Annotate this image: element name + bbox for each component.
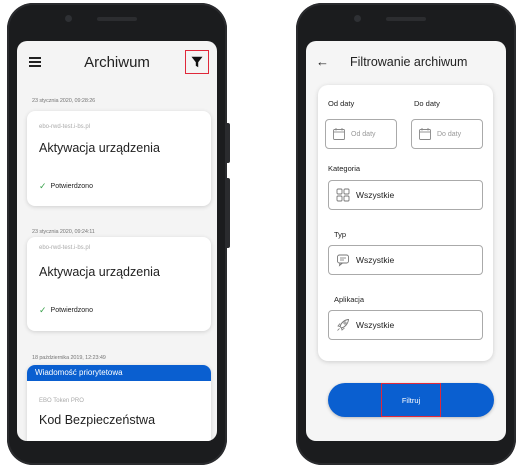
back-arrow-icon[interactable]: ← — [316, 54, 329, 69]
app-label: Aplikacja — [334, 295, 365, 304]
type-select[interactable]: Wszystkie — [328, 245, 483, 275]
archive-app-bar: Archiwum — [17, 41, 217, 83]
calendar-icon — [333, 128, 345, 140]
filter-funnel-icon — [191, 56, 203, 68]
message-icon — [337, 254, 349, 267]
item-source: ebo-rwd-test.i-bs.pl — [39, 245, 91, 251]
rocket-icon — [337, 318, 350, 331]
type-value: Wszystkie — [356, 255, 395, 265]
app-value: Wszystkie — [356, 320, 395, 330]
from-date-label: Od daty — [328, 99, 355, 108]
filter-button-highlight: Filtruj — [381, 383, 441, 417]
checkmark-icon: ✓ — [39, 181, 47, 191]
item-timestamp: 23 stycznia 2020, 09:28:26 — [32, 98, 96, 104]
front-camera — [65, 15, 72, 22]
item-title: Aktywacja urządzenia — [39, 141, 160, 155]
filter-submit-button[interactable]: Filtruj — [328, 383, 494, 417]
item-timestamp: 18 października 2019, 12:23:49 — [32, 355, 106, 361]
right-phone-frame: ← Filtrowanie archiwum Od daty Do daty O… — [296, 3, 516, 465]
archive-item-card[interactable]: ebo-rwd-test.i-bs.pl Aktywacja urządzeni… — [27, 237, 211, 331]
grid-icon — [336, 188, 350, 202]
volume-button — [227, 178, 230, 248]
item-source: ebo-rwd-test.i-bs.pl — [39, 124, 91, 130]
speaker-grille — [386, 17, 426, 21]
left-phone-frame: Archiwum 23 stycznia 2020, 09:28:26 ebo-… — [7, 3, 230, 465]
item-status-label: Potwierdzono — [50, 307, 93, 314]
item-title: Aktywacja urządzenia — [39, 265, 160, 279]
category-select[interactable]: Wszystkie — [328, 180, 483, 210]
item-status: ✓ Potwierdzono — [39, 306, 93, 315]
calendar-icon — [419, 128, 431, 140]
archive-screen: Archiwum 23 stycznia 2020, 09:28:26 ebo-… — [17, 41, 217, 441]
item-source: EBO Token PRO — [39, 398, 84, 404]
category-value: Wszystkie — [356, 190, 395, 200]
priority-banner: Wiadomość priorytetowa — [27, 365, 211, 381]
from-date-input[interactable]: Od daty — [325, 119, 397, 149]
filter-button[interactable] — [185, 50, 209, 74]
to-date-label: Do daty — [414, 99, 440, 108]
item-timestamp: 23 stycznia 2020, 09:24:11 — [32, 229, 95, 235]
to-date-input[interactable]: Do daty — [411, 119, 483, 149]
item-status: ✓ Potwierdzono — [39, 182, 93, 191]
to-date-placeholder: Do daty — [437, 130, 462, 138]
speaker-grille — [97, 17, 137, 21]
item-title: Kod Bezpieczeństwa — [39, 413, 156, 427]
filter-screen: ← Filtrowanie archiwum Od daty Do daty O… — [306, 41, 506, 441]
app-select[interactable]: Wszystkie — [328, 310, 483, 340]
type-label: Typ — [334, 230, 347, 239]
category-label: Kategoria — [328, 164, 361, 173]
checkmark-icon: ✓ — [39, 305, 47, 315]
item-status-label: Potwierdzono — [50, 183, 93, 190]
archive-item-card[interactable]: ebo-rwd-test.i-bs.pl Aktywacja urządzeni… — [27, 111, 211, 206]
page-title: Filtrowanie archiwum — [350, 55, 468, 69]
power-button — [227, 123, 230, 163]
filter-submit-label: Filtruj — [401, 395, 421, 405]
archive-item-card[interactable]: Wiadomość priorytetowa EBO Token PRO Kod… — [27, 365, 211, 441]
from-date-placeholder: Od daty — [351, 130, 376, 138]
front-camera — [354, 15, 361, 22]
filter-form-card: Od daty Do daty Od daty Do daty Kategori… — [318, 85, 493, 361]
